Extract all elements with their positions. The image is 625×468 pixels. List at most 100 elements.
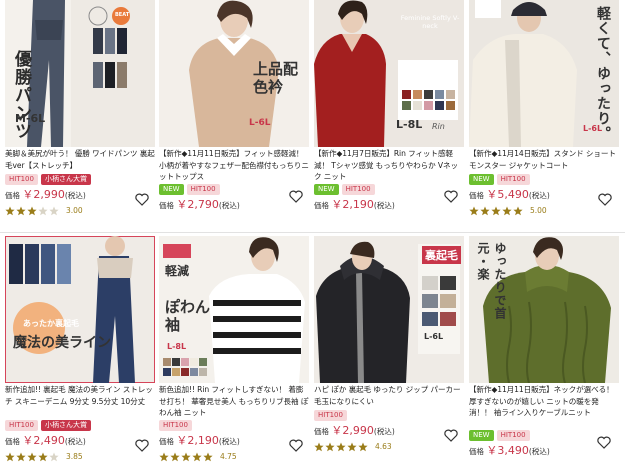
product-title[interactable]: 新作追加!! 裏起毛 魔法の美ライン ストレッチ スキニーデニム 9分丈 9.5…: [5, 384, 155, 418]
hit-tag: HIT100: [5, 420, 38, 431]
price-label: 価格: [314, 427, 329, 436]
star-icon: [16, 452, 26, 462]
product-image[interactable]: あったか裏起毛 魔法の美ライン: [5, 236, 155, 383]
new-tag: NEW: [314, 184, 339, 195]
product-image[interactable]: 優勝パンツ M-6L BEAT: [5, 0, 155, 147]
row-divider: [0, 232, 625, 233]
tag-list: HIT100 小柄さん大賞: [5, 174, 91, 185]
star-icon: [181, 452, 191, 462]
overlay-size: L-6L: [249, 118, 271, 128]
heart-outline-icon[interactable]: [289, 190, 303, 203]
overlay-size: L-6L: [583, 124, 603, 133]
star-icon: [203, 452, 213, 462]
rating-stars: [159, 447, 214, 466]
overlay-size: L-6L: [424, 332, 444, 341]
price: 価格 ￥2,190(税込): [159, 432, 240, 448]
heart-outline-icon[interactable]: [444, 190, 458, 203]
heart-outline-icon[interactable]: [444, 429, 458, 442]
product-image[interactable]: 裏起毛 L-6L: [314, 236, 464, 383]
star-icon: [38, 452, 48, 462]
rating-stars: [314, 437, 369, 456]
overlay-sub: あったか裏起毛: [23, 319, 79, 328]
price: 価格 ￥5,490(税込): [469, 186, 550, 202]
rating-score: 4.75: [220, 452, 237, 461]
heart-outline-icon[interactable]: [135, 439, 149, 452]
product-title[interactable]: 【新作◆11月11日販売】ネックが選べる！ 厚すぎないのが嬉しい ニットの暖を発…: [469, 384, 619, 418]
rating-stars: [5, 201, 60, 220]
overlay-headline: 裏起毛: [422, 246, 461, 264]
product-image[interactable]: 軽減 ぽわん袖 L-8L: [159, 236, 309, 383]
star-icon: [192, 452, 202, 462]
product-image[interactable]: ゆったりで首元・楽: [469, 236, 619, 383]
product-image[interactable]: 上品配色衿 L-6L: [159, 0, 309, 147]
price-amount: ￥2,190: [331, 198, 374, 211]
new-tag: NEW: [469, 430, 494, 441]
price-tax: (税込): [528, 191, 550, 200]
price-amount: ￥2,490: [22, 434, 65, 447]
overlay-headline: 上品配色衿: [253, 60, 299, 96]
star-icon: [325, 442, 335, 452]
price-amount: ￥2,190: [176, 434, 219, 447]
heart-outline-icon[interactable]: [289, 439, 303, 452]
star-icon: [358, 442, 368, 452]
ranking-tag: 小柄さん大賞: [40, 174, 91, 185]
rating: 4.75: [159, 447, 237, 466]
star-icon: [27, 452, 37, 462]
price-label: 価格: [469, 191, 484, 200]
rating: 3.00: [5, 201, 83, 220]
product-title[interactable]: 【新作◆11月11日販売】フィット感軽減！ 小柄が着やすなフェザー配色襟付もっち…: [159, 148, 309, 182]
heart-outline-icon[interactable]: [598, 193, 612, 206]
overlay-headline: 優勝パンツ: [11, 50, 31, 140]
overlay-headline: 魔法の美ライン: [13, 335, 111, 351]
product-title[interactable]: 【新作◆11月7日販売】Rin フィット感軽減！ Tシャツ感覚 もっちりやわらか…: [314, 148, 464, 182]
rating-score: 5.00: [530, 206, 547, 215]
tag-list: NEW HIT100: [469, 174, 530, 185]
new-tag: NEW: [159, 184, 184, 195]
product-title[interactable]: ハピ ぽか 裏起毛 ゆったり ジップ パーカー 毛玉になりにくい: [314, 384, 464, 408]
star-icon: [314, 442, 324, 452]
overlay-size: M-6L: [15, 112, 46, 125]
star-icon: [336, 442, 346, 452]
price-amount: ￥2,990: [331, 424, 374, 437]
price-tax: (税込): [528, 447, 550, 456]
star-icon: [38, 206, 48, 216]
star-icon: [159, 452, 169, 462]
star-icon: [469, 206, 479, 216]
product-title[interactable]: 美脚＆美尻が叶う！ 優勝 ワイドパンツ 裏起毛ver【ストレッチ】: [5, 148, 155, 172]
star-icon: [27, 206, 37, 216]
price: 価格 ￥2,490(税込): [5, 432, 86, 448]
tag-list: NEW HIT100: [314, 184, 375, 195]
tag-list: NEW HIT100: [159, 184, 220, 195]
star-icon: [480, 206, 490, 216]
price-label: 価格: [469, 447, 484, 456]
product-title[interactable]: 【新作◆11月14日販売】スタンド ショートモンスター ジャケットコート: [469, 148, 619, 172]
star-icon: [16, 206, 26, 216]
overlay-badge: BEAT: [115, 12, 130, 18]
price: 価格 ￥2,990(税込): [314, 422, 395, 438]
star-icon: [49, 206, 59, 216]
rating: 3.85: [5, 447, 83, 466]
product-image[interactable]: Feminine Softly V-neck L-8L Rin: [314, 0, 464, 147]
price: 価格 ￥2,990(税込): [5, 186, 86, 202]
price-tax: (税込): [64, 437, 86, 446]
new-tag: NEW: [469, 174, 494, 185]
price-label: 価格: [159, 201, 174, 210]
star-icon: [5, 206, 15, 216]
heart-outline-icon[interactable]: [597, 436, 611, 449]
price-tax: (税込): [218, 437, 240, 446]
star-icon: [5, 452, 15, 462]
heart-outline-icon[interactable]: [135, 193, 149, 206]
overlay-sub: 軽減: [165, 264, 190, 278]
product-image[interactable]: 軽くて、ゆったり。 L-6L: [469, 0, 619, 147]
price: 価格 ￥2,790(税込): [159, 196, 240, 212]
tag-list: HIT100: [314, 410, 347, 421]
product-title[interactable]: 新色追加!! Rin フィットしすぎない！ 着膨せ打ち！ 華奢見せ美人 もっちり…: [159, 384, 309, 418]
overlay-size: L-8L: [167, 342, 187, 351]
price-label: 価格: [159, 437, 174, 446]
rating-score: 3.85: [66, 452, 83, 461]
price-amount: ￥3,490: [486, 444, 529, 457]
star-icon: [170, 452, 180, 462]
star-icon: [347, 442, 357, 452]
price: 価格 ￥2,190(税込): [314, 196, 395, 212]
overlay-brand: Rin: [432, 122, 445, 131]
